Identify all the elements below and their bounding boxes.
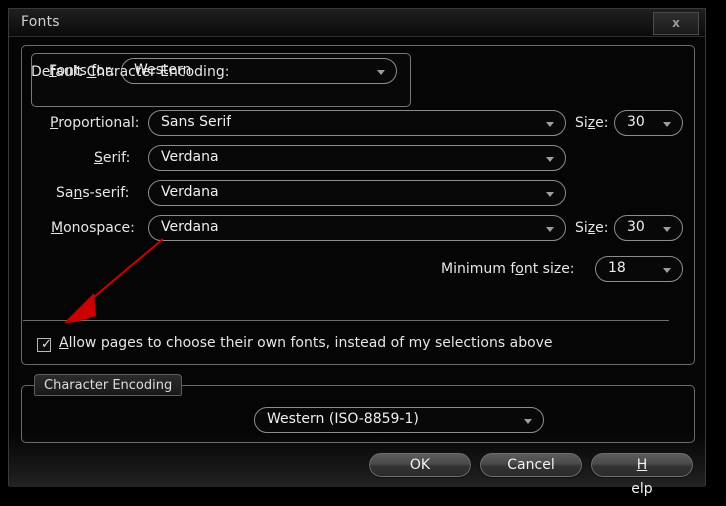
minimum-font-size-value: 18 [608, 260, 626, 276]
title-bar: Fonts x [9, 9, 705, 37]
check-icon: ✓ [41, 337, 52, 352]
serif-font-select[interactable]: Verdana [148, 145, 566, 171]
minimum-font-size-select[interactable]: 18 [595, 256, 683, 282]
proportional-font-value: Sans Serif [161, 114, 232, 130]
chevron-down-icon [524, 419, 532, 424]
chevron-down-icon [663, 268, 671, 273]
monospace-font-value: Verdana [161, 219, 219, 235]
chevron-down-icon [546, 157, 554, 162]
cancel-button[interactable]: Cancel [479, 452, 583, 478]
sans-serif-font-select[interactable]: Verdana [148, 180, 566, 206]
cancel-button-label: Cancel [507, 457, 555, 473]
monospace-size-label: Size: [575, 220, 609, 236]
proportional-size-label: Size: [575, 115, 609, 131]
default-character-encoding-value: Western (ISO-8859-1) [267, 411, 419, 427]
ok-button[interactable]: OK [368, 452, 472, 478]
monospace-label: Monospace: [51, 220, 135, 236]
chevron-down-icon [377, 70, 385, 75]
sans-serif-font-value: Verdana [161, 184, 219, 200]
chevron-down-icon [546, 122, 554, 127]
ok-button-label: OK [409, 457, 431, 473]
chevron-down-icon [546, 227, 554, 232]
chevron-down-icon [546, 192, 554, 197]
proportional-size-select[interactable]: 30 [614, 110, 683, 136]
fonts-dialog: Fonts x Fonts for: Western Proportional:… [8, 8, 706, 497]
chevron-down-icon [663, 122, 671, 127]
default-character-encoding-label: Default Character Encoding: [31, 64, 230, 80]
dialog-body: Fonts for: Western Proportional: Sans Se… [9, 37, 705, 497]
monospace-size-select[interactable]: 30 [614, 215, 683, 241]
proportional-font-select[interactable]: Sans Serif [148, 110, 566, 136]
character-encoding-group-title: Character Encoding [34, 374, 183, 396]
close-icon: x [672, 16, 680, 30]
divider [23, 320, 669, 321]
sans-serif-label: Sans-serif: [56, 185, 130, 201]
allow-pages-checkbox[interactable]: ✓ [37, 337, 52, 352]
serif-label: Serif: [94, 150, 131, 166]
chevron-down-icon [663, 227, 671, 232]
monospace-font-select[interactable]: Verdana [148, 215, 566, 241]
proportional-label: Proportional: [50, 115, 140, 131]
help-button[interactable]: Help [590, 452, 694, 497]
default-character-encoding-select[interactable]: Western (ISO-8859-1) [254, 407, 544, 433]
help-button-label: Help [631, 457, 653, 497]
close-button[interactable]: x [653, 12, 699, 35]
allow-pages-label: Allow pages to choose their own fonts, i… [59, 335, 553, 351]
monospace-size-value: 30 [627, 219, 645, 235]
window-title: Fonts [21, 14, 60, 30]
proportional-size-value: 30 [627, 114, 645, 130]
serif-font-value: Verdana [161, 149, 219, 165]
minimum-font-size-label: Minimum font size: [441, 261, 575, 277]
